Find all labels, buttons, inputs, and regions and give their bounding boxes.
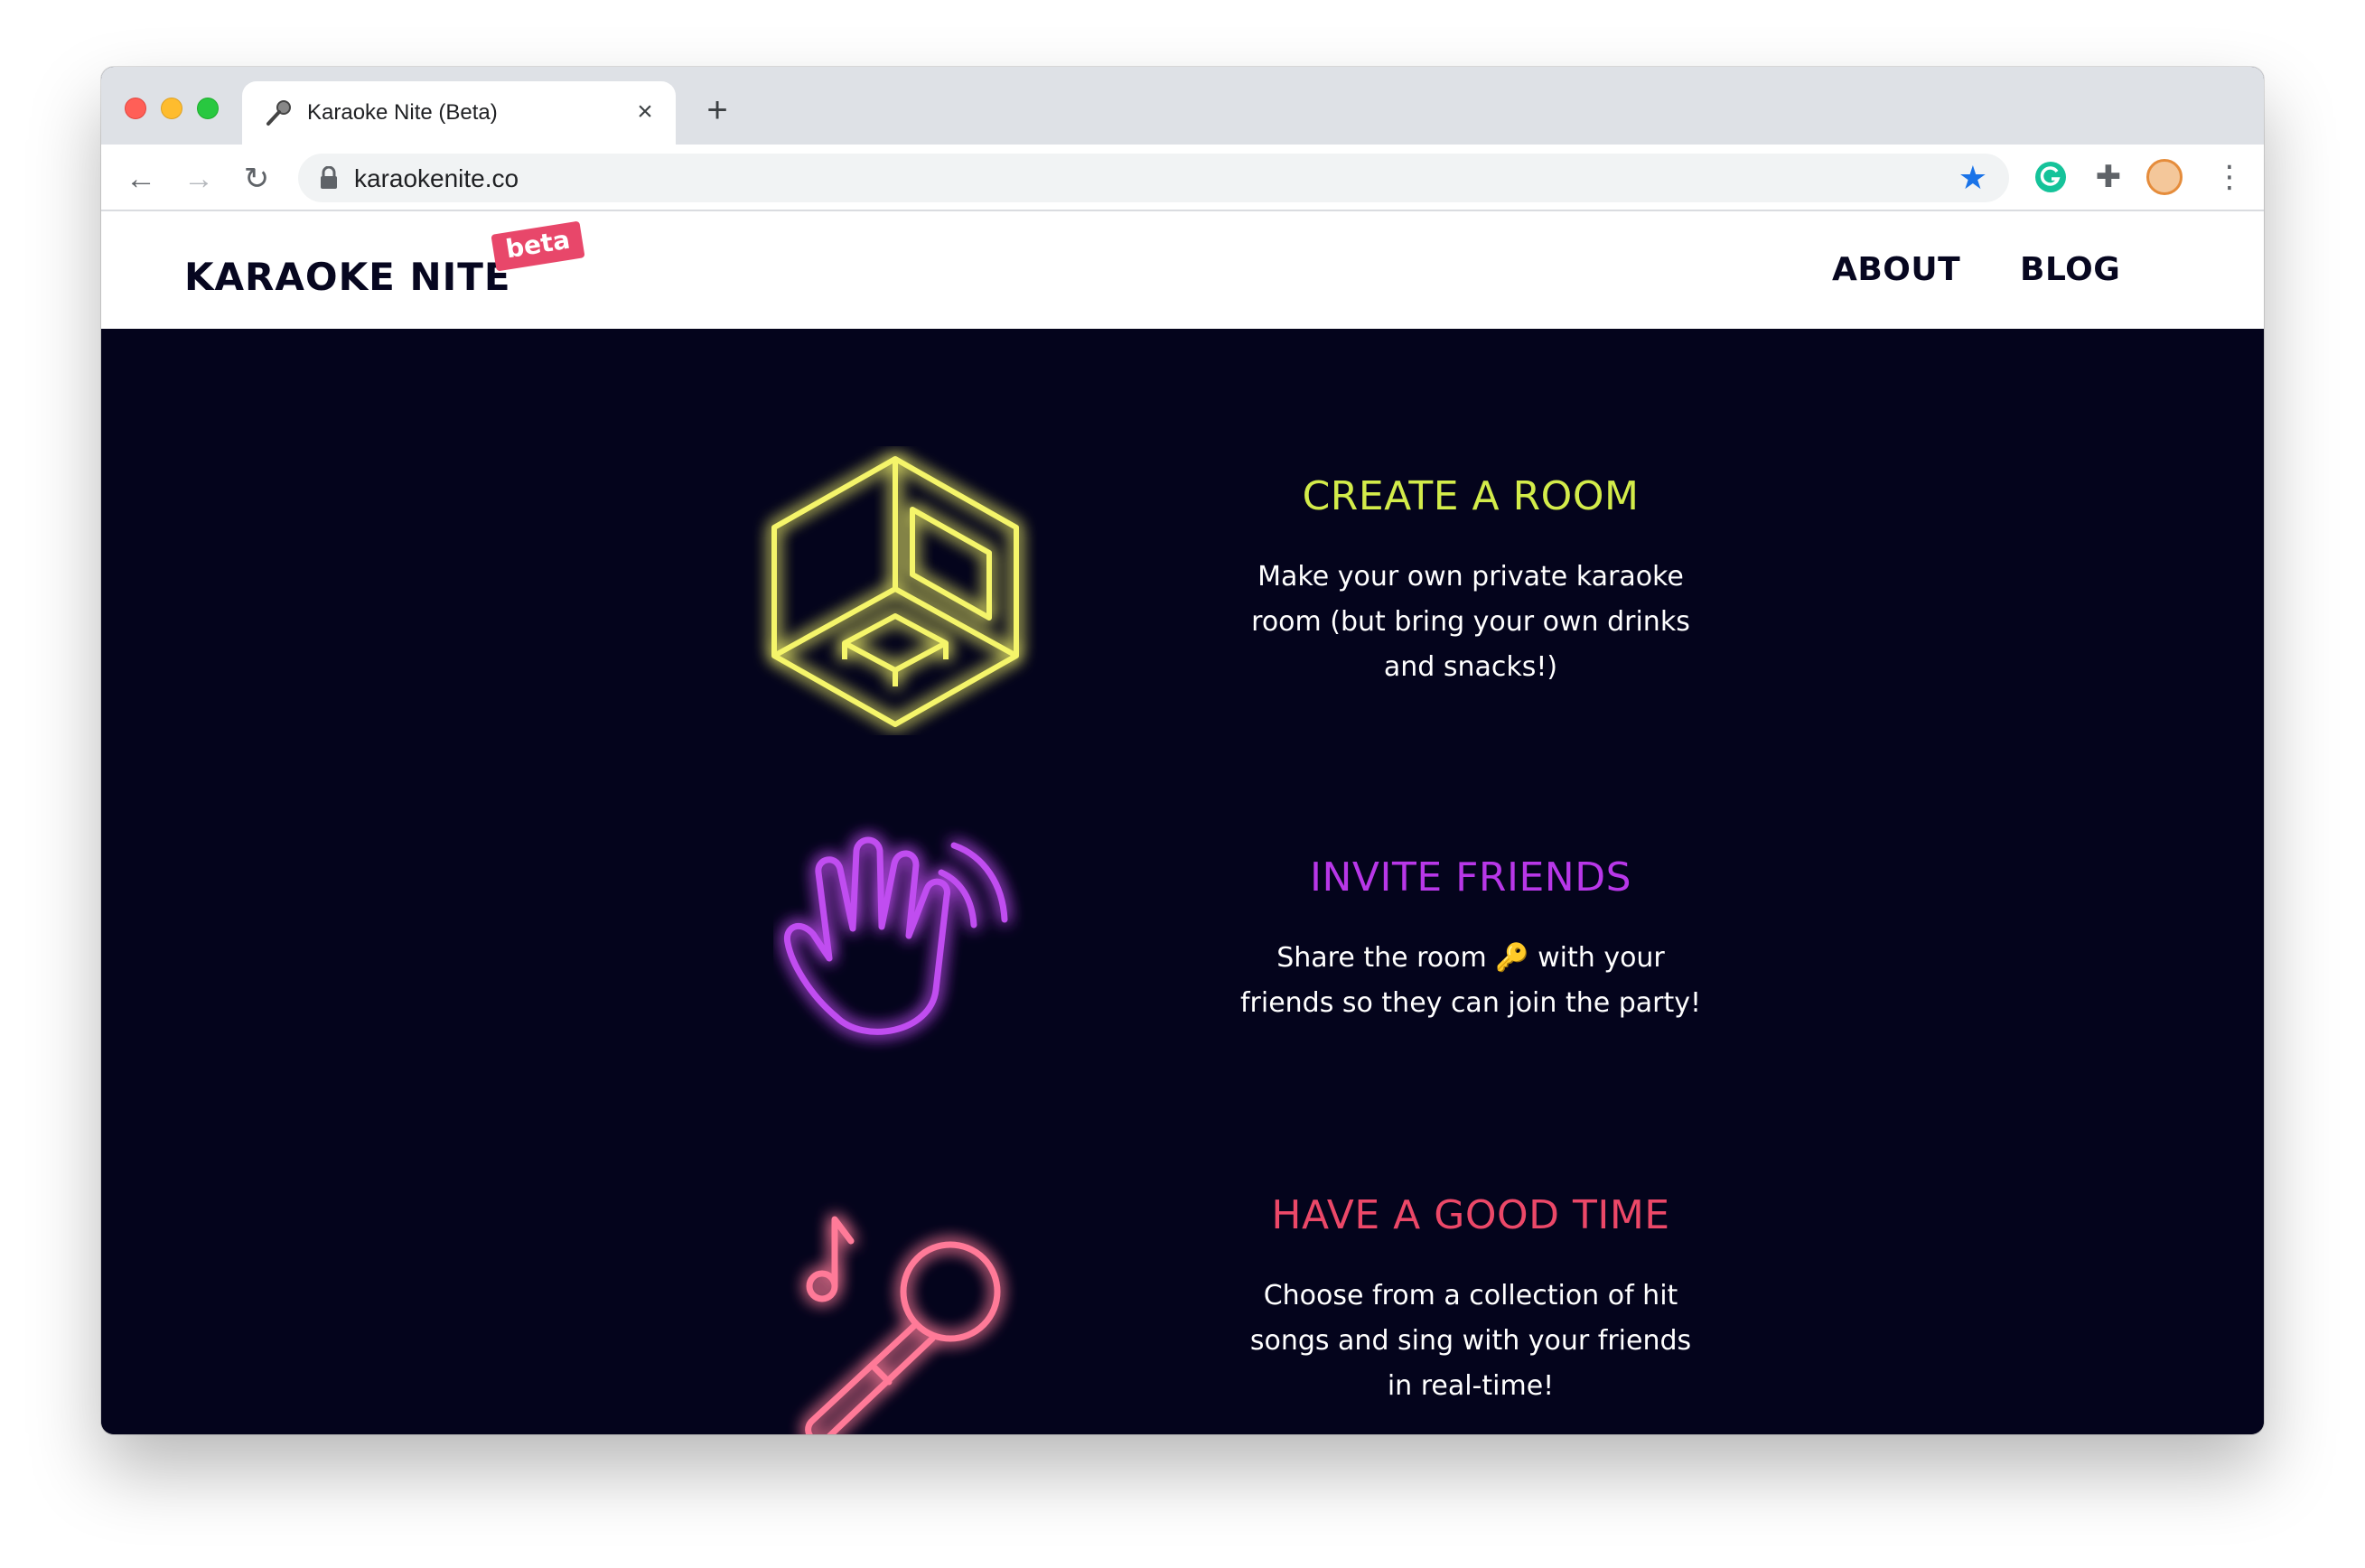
waving-hand-icon — [783, 836, 1008, 1035]
kebab-icon[interactable]: ⋮ — [2211, 159, 2248, 195]
address-bar[interactable]: karaokenite.co ★ — [298, 154, 2009, 202]
arrow-left-icon[interactable]: ← — [123, 161, 159, 197]
features-section: CREATE A ROOM Make your own private kara… — [101, 329, 2264, 1434]
close-window-button[interactable] — [125, 98, 146, 119]
desc-line: songs and sing with your friends — [1249, 1325, 1692, 1357]
feature-title-create-room: CREATE A ROOM — [1302, 473, 1640, 519]
site-header: KARAOKE NITE beta ABOUT BLOG — [101, 211, 2264, 329]
desc-line: and snacks!) — [1383, 651, 1558, 683]
url-text[interactable]: karaokenite.co — [354, 164, 519, 193]
tab-strip: Karaoke Nite (Beta) × + — [101, 67, 2264, 145]
feature-desc-invite-friends: Share the room 🔑 with your friends so th… — [1154, 936, 1787, 1026]
desc-line: in real-time! — [1387, 1370, 1555, 1402]
desc-line: room (but bring your own drinks — [1251, 606, 1690, 638]
grammarly-icon[interactable] — [2033, 159, 2069, 195]
microphone-icon — [264, 98, 293, 127]
tab-title: Karaoke Nite (Beta) — [307, 100, 498, 125]
new-tab-button[interactable]: + — [699, 92, 735, 128]
tab-karaoke-nite[interactable]: Karaoke Nite (Beta) × — [242, 81, 676, 145]
desc-line: friends so they can join the party! — [1239, 987, 1702, 1019]
arrow-right-icon[interactable]: → — [181, 161, 217, 197]
puzzle-icon[interactable]: ✚ — [2090, 159, 2127, 195]
feature-desc-good-time: Choose from a collection of hit songs an… — [1154, 1274, 1787, 1409]
feature-title-invite-friends: INVITE FRIENDS — [1309, 854, 1631, 901]
maximize-window-button[interactable] — [197, 98, 219, 119]
feature-desc-create-room: Make your own private karaoke room (but … — [1154, 555, 1787, 690]
close-icon[interactable]: × — [631, 98, 659, 126]
minimize-window-button[interactable] — [161, 98, 182, 119]
browser-toolbar: ← → ↻ karaokenite.co ★ ✚ ⋮ — [101, 145, 2264, 211]
nav-link-blog[interactable]: BLOG — [2020, 251, 2120, 288]
desc-line: Make your own private karaoke — [1257, 561, 1684, 593]
beta-badge: beta — [491, 220, 585, 272]
nav-link-about[interactable]: ABOUT — [1832, 251, 1960, 288]
star-icon[interactable]: ★ — [1958, 161, 1987, 195]
desc-line: Share the room 🔑 with your — [1276, 942, 1665, 974]
feature-title-good-time: HAVE A GOOD TIME — [1271, 1192, 1670, 1238]
desc-line: Choose from a collection of hit — [1263, 1280, 1678, 1311]
room-cube-icon — [771, 456, 1019, 727]
microphone-music-icon — [805, 1216, 1001, 1434]
lock-icon[interactable] — [320, 165, 338, 190]
browser-window: Karaoke Nite (Beta) × + ← → ↻ karaokenit… — [101, 67, 2264, 1434]
reload-icon[interactable]: ↻ — [238, 161, 275, 197]
site-logo[interactable]: KARAOKE NITE — [184, 255, 511, 299]
avatar-icon[interactable] — [2146, 159, 2183, 195]
